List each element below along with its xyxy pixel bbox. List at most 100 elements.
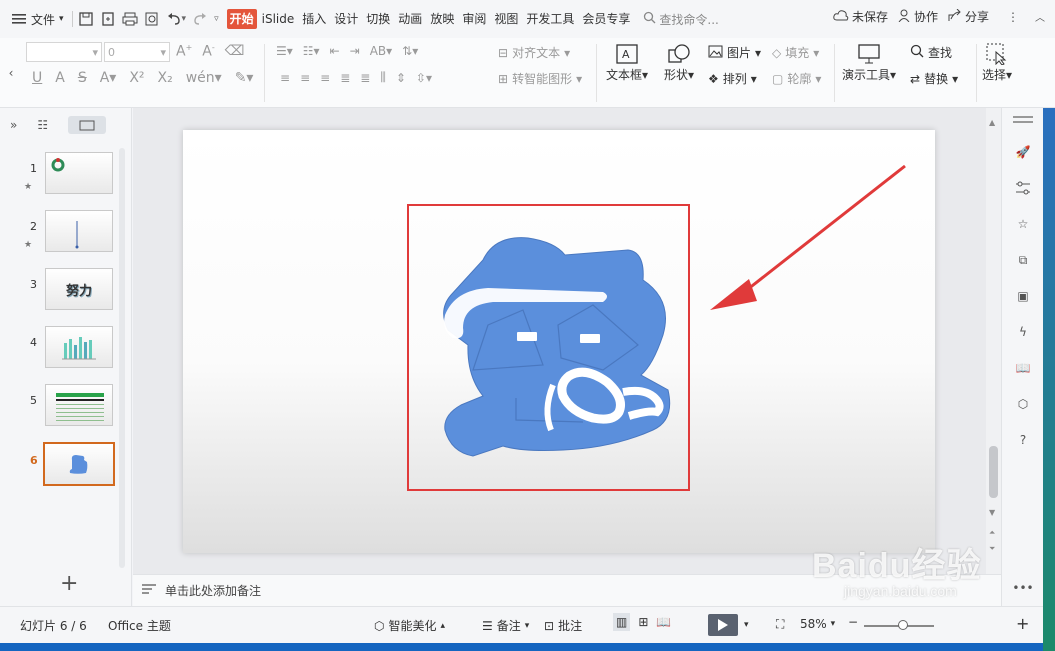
expand-panel-icon[interactable]: »	[10, 118, 17, 132]
command-search[interactable]: 查找命令...	[643, 11, 719, 28]
reading-view-icon[interactable]: 📖	[656, 615, 671, 629]
more-options-icon[interactable]: ⋮	[1007, 10, 1019, 24]
increase-font-icon[interactable]: A+	[176, 43, 192, 60]
line-spacing-icon[interactable]: ⇅▾	[402, 44, 418, 58]
undo-icon[interactable]	[166, 11, 182, 27]
thumbnail-view-icon[interactable]	[68, 116, 107, 134]
normal-view-icon[interactable]: ▥	[613, 613, 631, 631]
export-pdf-icon[interactable]	[100, 11, 116, 27]
scroll-thumb[interactable]	[989, 446, 998, 498]
tab-islide[interactable]: iSlide	[259, 9, 298, 29]
image-tools-icon[interactable]: ▣	[1013, 286, 1033, 306]
tab-slideshow[interactable]: 放映	[427, 9, 457, 29]
save-icon[interactable]	[78, 11, 94, 27]
notes-toggle-button[interactable]: ☰ 备注 ▾	[482, 617, 529, 634]
slide-thumb-6[interactable]: 6	[0, 442, 132, 490]
slide-thumb-1[interactable]: 1 ★	[0, 152, 132, 198]
clear-format-icon[interactable]: ⌫	[225, 43, 245, 59]
fill-button[interactable]: ◇ 填充 ▾	[772, 44, 819, 61]
smart-beautify-button[interactable]: ⬡ 智能美化 ▴	[374, 617, 445, 634]
fit-window-button[interactable]: ⛶	[776, 617, 784, 632]
theme-name[interactable]: Office 主题	[108, 617, 171, 634]
arrange-button[interactable]: ❖ 排列 ▾	[708, 70, 757, 87]
zoom-out-icon[interactable]: −	[848, 615, 858, 629]
tab-design[interactable]: 设计	[331, 9, 361, 29]
scroll-down-icon[interactable]: ▼	[989, 508, 995, 517]
bullet-list-icon[interactable]: ☰▾	[276, 44, 293, 58]
print-icon[interactable]	[122, 11, 138, 27]
outline-button[interactable]: ▢ 轮廓 ▾	[772, 70, 821, 87]
slide-thumb-4[interactable]: 4	[0, 326, 132, 372]
zoom-in-icon[interactable]: +	[1016, 614, 1029, 633]
font-family-select[interactable]: ▾	[26, 42, 102, 62]
strikethrough-icon[interactable]: S	[78, 70, 87, 86]
comment-button[interactable]: ⊡ 批注	[544, 617, 582, 634]
add-slide-icon[interactable]: +	[60, 571, 78, 596]
phonetic-icon[interactable]: wén▾	[186, 70, 222, 86]
highlight-icon[interactable]: ✎▾	[235, 70, 254, 86]
file-menu[interactable]: 文件 ▾	[8, 8, 67, 30]
text-direction-icon[interactable]: AB▾	[370, 44, 392, 58]
distribute-icon[interactable]: ≣	[360, 71, 370, 85]
book-search-icon[interactable]: 📖	[1013, 358, 1033, 378]
align-text-button[interactable]: ⊟ 对齐文本 ▾	[498, 44, 570, 61]
rocket-icon[interactable]: 🚀	[1013, 142, 1033, 162]
zoom-slider[interactable]	[864, 620, 935, 630]
slide-panel-scrollbar[interactable]	[119, 148, 125, 568]
picture-button[interactable]: 图片 ▾	[708, 44, 761, 61]
sliders-icon[interactable]	[1013, 178, 1033, 198]
shape-button[interactable]: 形状▾	[664, 42, 694, 83]
underline-icon[interactable]: U	[32, 70, 42, 86]
font-size-select[interactable]: 0 ▾	[104, 42, 170, 62]
tab-member[interactable]: 会员专享	[579, 9, 633, 29]
slide-transition-icon[interactable]: ⧉	[1013, 250, 1033, 270]
text-shadow-icon[interactable]: A	[55, 70, 65, 86]
align-right-icon[interactable]: ≡	[320, 71, 330, 85]
presenter-tools-button[interactable]: 演示工具▾	[842, 42, 896, 83]
smart-shape-button[interactable]: ⊞ 转智能图形 ▾	[498, 70, 582, 87]
slide-thumb-2[interactable]: 2 ★	[0, 210, 132, 256]
canvas-scrollbar[interactable]: ▲ ▼ ⏶ ⏷	[986, 108, 1001, 574]
tab-insert[interactable]: 插入	[299, 9, 329, 29]
next-slide-icon[interactable]: ⏷	[989, 544, 995, 554]
paragraph-spacing-icon[interactable]: ⇕	[396, 71, 406, 85]
tab-review[interactable]: 审阅	[459, 9, 489, 29]
outline-view-icon[interactable]: ☷	[37, 118, 48, 132]
star-animation-icon[interactable]: ☆	[1013, 214, 1033, 234]
zoom-slider-knob[interactable]	[898, 620, 909, 630]
font-color-icon[interactable]: A▾	[100, 70, 117, 86]
tab-transition[interactable]: 切换	[363, 9, 393, 29]
tab-animation[interactable]: 动画	[395, 9, 425, 29]
play-slideshow-button[interactable]	[708, 614, 738, 636]
chevron-down-icon[interactable]: ▾	[744, 620, 749, 630]
ribbon-scroll-left-icon[interactable]: ‹	[0, 38, 22, 108]
unsaved-status[interactable]: 未保存	[833, 8, 888, 25]
previous-slide-icon[interactable]: ⏶	[989, 528, 995, 538]
slide-thumb-5[interactable]: 5	[0, 384, 132, 430]
tab-home[interactable]: 开始	[226, 9, 257, 29]
lightning-icon[interactable]: ϟ	[1013, 322, 1033, 342]
collab-button[interactable]: 协作	[898, 8, 938, 25]
drag-handle-icon[interactable]	[1013, 116, 1033, 118]
columns-icon[interactable]: ⫼	[380, 70, 386, 85]
select-button[interactable]: 选择▾	[982, 42, 1012, 83]
find-button[interactable]: 查找	[910, 44, 952, 61]
customize-toolbar-icon[interactable]: ▿	[214, 14, 219, 24]
subscript-icon[interactable]: X₂	[158, 70, 173, 86]
slide-thumb-3[interactable]: 3 努力	[0, 268, 132, 314]
current-slide[interactable]	[183, 130, 935, 553]
scroll-up-icon[interactable]: ▲	[989, 118, 995, 127]
numbered-list-icon[interactable]: ☷▾	[303, 44, 320, 58]
sorter-view-icon[interactable]: ⊞	[638, 615, 648, 629]
line-spacing-options-icon[interactable]: ⇳▾	[416, 71, 432, 85]
textbox-button[interactable]: A 文本框▾	[606, 42, 648, 83]
print-preview-icon[interactable]	[144, 11, 160, 27]
collapse-ribbon-icon[interactable]: ︿	[1035, 9, 1045, 24]
align-left-icon[interactable]: ≡	[280, 71, 290, 85]
decrease-indent-icon[interactable]: ⇤	[330, 44, 340, 58]
increase-indent-icon[interactable]: ⇥	[350, 44, 360, 58]
tab-view[interactable]: 视图	[491, 9, 521, 29]
help-icon[interactable]: ?	[1013, 430, 1033, 450]
share-button[interactable]: 分享	[948, 8, 989, 25]
redo-icon[interactable]	[192, 11, 208, 27]
